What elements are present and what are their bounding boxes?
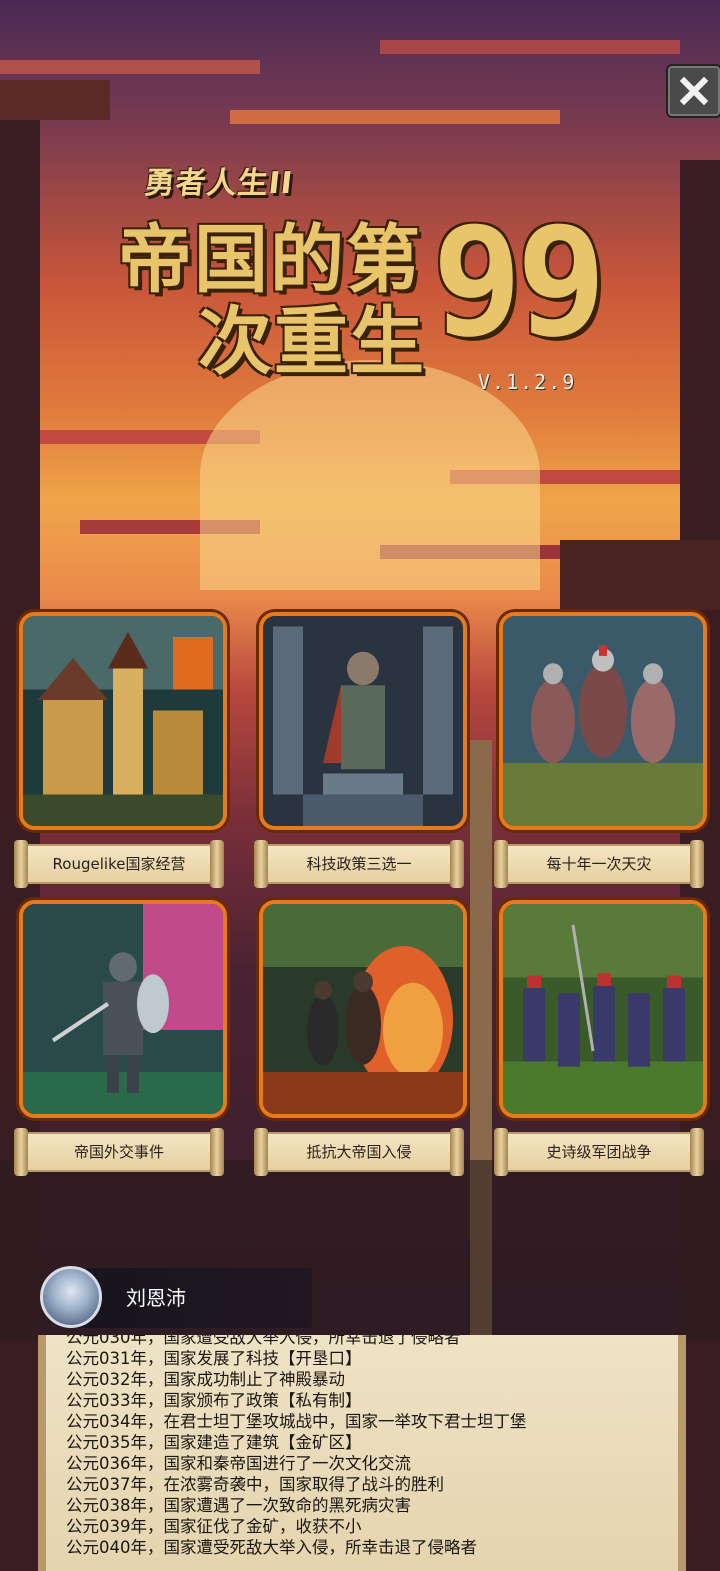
- sunset-sun: [200, 360, 540, 590]
- feature-scroll: 每十年一次天灾: [494, 840, 704, 888]
- feature-card[interactable]: 史诗级军团战争: [494, 900, 707, 1176]
- log-line: 公元038年，国家遭遇了一次致命的黑死病灾害: [66, 1496, 411, 1515]
- log-line: 公元035年，国家建造了建筑【金矿区】: [66, 1433, 362, 1452]
- close-icon: [679, 76, 709, 106]
- feature-label: 抵抗大帝国入侵: [306, 1143, 412, 1161]
- feature-label: 帝国外交事件: [73, 1143, 164, 1161]
- feature-scroll: Rougelike国家经营: [14, 840, 224, 888]
- game-title-number: 99: [432, 196, 607, 370]
- event-log-lines: 公元030年，国家遭受敌大举入侵，所幸击退了侵略者公元031年，国家发展了科技【…: [66, 1335, 670, 1558]
- log-line: 公元030年，国家遭受敌大举入侵，所幸击退了侵略者: [66, 1335, 461, 1347]
- feature-card[interactable]: 抵抗大帝国入侵: [254, 900, 467, 1176]
- player-avatar[interactable]: [40, 1266, 102, 1328]
- feature-card[interactable]: 每十年一次天灾: [494, 612, 707, 888]
- knights-battle-illustration: [499, 612, 707, 830]
- version-label: V.1.2.9: [478, 370, 577, 394]
- feature-label: Rougelike国家经营: [52, 855, 186, 873]
- feature-card[interactable]: 帝国外交事件: [14, 900, 227, 1176]
- feature-label: 每十年一次天灾: [546, 855, 652, 873]
- feature-label: 史诗级军团战争: [546, 1143, 652, 1161]
- legion-march-illustration: [499, 900, 707, 1118]
- statue-illustration: [259, 612, 467, 830]
- player-name: 刘恩沛: [126, 1286, 186, 1310]
- feature-scroll: 帝国外交事件: [14, 1128, 224, 1176]
- close-button[interactable]: [666, 64, 720, 118]
- feature-scroll: 史诗级军团战争: [494, 1128, 704, 1176]
- log-line: 公元036年，国家和秦帝国进行了一次文化交流: [66, 1454, 411, 1473]
- game-title-line2: 次重生: [198, 299, 426, 385]
- armored-knight-illustration: [19, 900, 227, 1118]
- log-line: 公元039年，国家征伐了金矿，收获不小: [66, 1517, 362, 1536]
- feature-scroll: 抵抗大帝国入侵: [254, 1128, 464, 1176]
- feature-card[interactable]: 科技政策三选一: [254, 612, 467, 888]
- game-subtitle: 勇者人生II: [142, 166, 295, 201]
- log-line: 公元034年，在君士坦丁堡攻城战中，国家一举攻下君士坦丁堡: [66, 1412, 527, 1431]
- feature-scroll: 科技政策三选一: [254, 840, 464, 888]
- log-line: 公元033年，国家颁布了政策【私有制】: [66, 1391, 362, 1410]
- feature-label: 科技政策三选一: [306, 855, 412, 873]
- log-line: 公元031年，国家发展了科技【开垦口】: [66, 1349, 362, 1368]
- log-line: 公元037年，在浓雾奇袭中，国家取得了战斗的胜利: [66, 1475, 444, 1494]
- log-line: 公元040年，国家遭受死敌大举入侵，所幸击退了侵略者: [66, 1538, 477, 1557]
- feature-card[interactable]: Rougelike国家经营: [14, 612, 227, 888]
- log-line: 公元032年，国家成功制止了神殿暴动: [66, 1370, 345, 1389]
- event-log[interactable]: 公元030年，国家遭受敌大举入侵，所幸击退了侵略者公元031年，国家发展了科技【…: [38, 1335, 686, 1571]
- village-illustration: [19, 612, 227, 830]
- player-badge[interactable]: 刘恩沛: [40, 1266, 312, 1328]
- burning-city-illustration: [259, 900, 467, 1118]
